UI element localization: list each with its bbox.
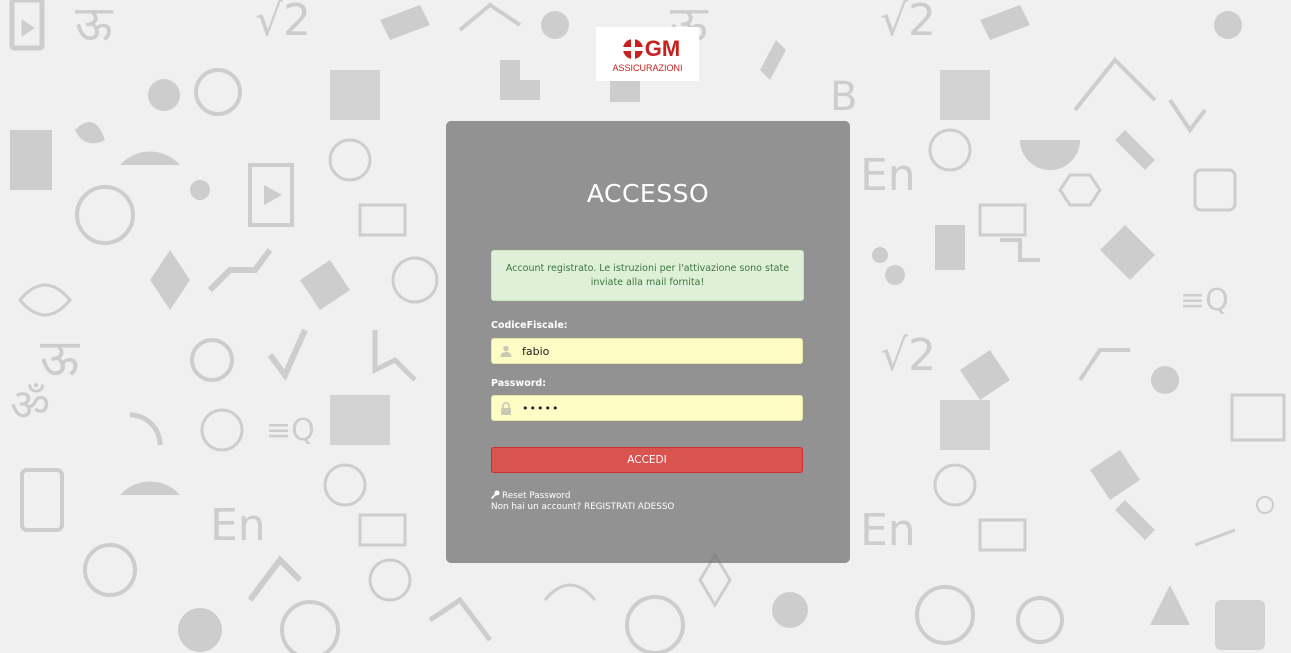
login-title: ACCESSO — [586, 179, 710, 208]
svg-text:ऊ: ऊ — [75, 0, 114, 52]
logo-subtext: ASSICURAZIONI — [612, 62, 683, 73]
lock-icon — [494, 396, 518, 420]
key-icon — [490, 490, 500, 500]
svg-text:√2: √2 — [880, 0, 936, 46]
svg-text:B: B — [830, 74, 857, 120]
password-label: Password: — [491, 378, 547, 389]
svg-text:ॐ: ॐ — [10, 380, 50, 431]
logo-text: GM — [644, 35, 681, 61]
password-input[interactable] — [518, 401, 802, 415]
codice-fiscale-input[interactable] — [518, 344, 802, 358]
user-icon — [494, 339, 518, 363]
auth-links: Reset Password Non hai un account? REGIS… — [490, 490, 674, 513]
logo-mark-row: GM — [622, 35, 681, 62]
login-panel: ACCESSO Account registrato. Le istruzion… — [446, 121, 850, 563]
svg-text:≡Q: ≡Q — [1180, 283, 1229, 318]
password-field[interactable] — [491, 395, 803, 421]
register-row: Non hai un account? REGISTRATI ADESSO — [491, 502, 674, 513]
accedi-button[interactable]: ACCEDI — [491, 447, 803, 473]
codice-fiscale-label: CodiceFiscale: — [491, 320, 568, 331]
svg-text:√2: √2 — [255, 0, 311, 46]
svg-text:En: En — [210, 500, 266, 551]
reset-password-row: Reset Password — [490, 490, 674, 502]
codice-fiscale-field[interactable] — [491, 338, 803, 364]
svg-text:√2: √2 — [880, 330, 936, 381]
svg-text:ऊ: ऊ — [40, 329, 80, 387]
success-alert: Account registrato. Le istruzioni per l'… — [491, 250, 804, 301]
reset-password-link[interactable]: Reset Password — [502, 491, 570, 501]
svg-text:≡Q: ≡Q — [266, 413, 315, 448]
svg-text:En: En — [860, 505, 916, 556]
register-link[interactable]: Non hai un account? REGISTRATI ADESSO — [491, 502, 674, 512]
cross-logo-icon — [622, 38, 643, 59]
brand-logo: GM ASSICURAZIONI — [596, 27, 699, 81]
svg-text:En: En — [860, 150, 916, 201]
